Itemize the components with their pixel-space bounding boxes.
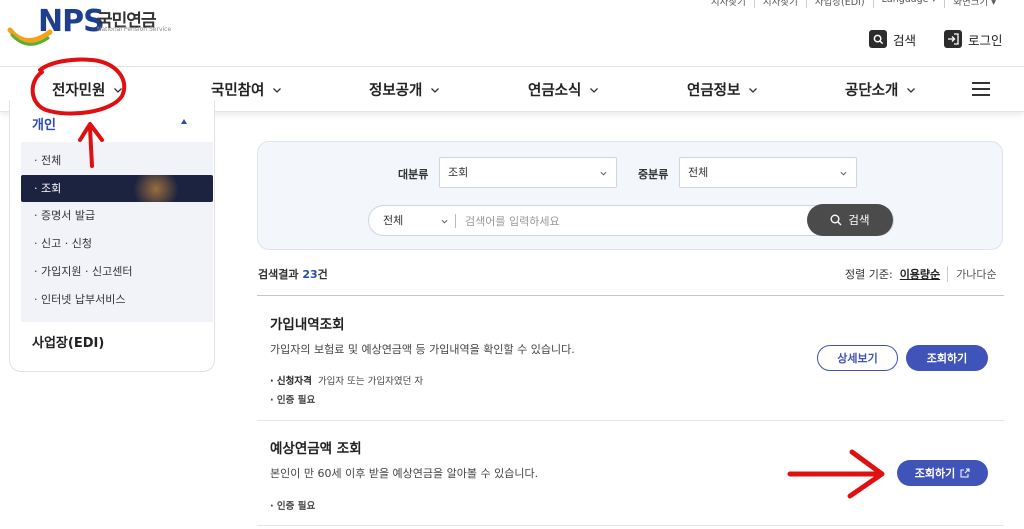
util-link-branch-2[interactable]: 지사찾기 (753, 0, 806, 8)
nav-item-pension-info[interactable]: 연금정보 (687, 79, 758, 100)
chevron-down-icon (840, 171, 847, 176)
sidebar-section-edi[interactable]: 사업장(EDI) (32, 332, 104, 351)
result-title[interactable]: 예상연금액 조회 (270, 437, 362, 457)
result-count-suffix: 건 (317, 268, 328, 281)
category-select[interactable]: 조회 (439, 157, 617, 188)
divider (455, 214, 456, 228)
search-icon (830, 214, 842, 226)
sidebar: 개인 · 전체 · 조회 · 증명서 발급 · 신고 · 신청 · 가입지원 ·… (9, 100, 215, 372)
nav-item-label: 전자민원 (52, 83, 106, 99)
header: NPS 국민연금 National Pension Service 지사찾기 지… (0, 0, 1024, 66)
qualification-label: · 신청자격 (270, 376, 312, 387)
nav-item-label: 국민참여 (211, 83, 265, 99)
chevron-down-icon (749, 87, 758, 93)
sidebar-item-certificate[interactable]: · 증명서 발급 (21, 202, 213, 229)
logo-text: NPS (38, 4, 105, 39)
subcategory-select[interactable]: 전체 (679, 157, 857, 188)
util-link-branch[interactable]: 지사찾기 (703, 0, 754, 8)
inquiry-button-label: 조회하기 (914, 467, 956, 480)
inquiry-external-button[interactable]: 조회하기 (897, 460, 988, 486)
chevron-down-icon (907, 87, 916, 93)
header-login-button[interactable]: 로그인 (944, 29, 1003, 49)
sidebar-item-support-center[interactable]: · 가입지원 · 신고센터 (21, 258, 213, 285)
divider (257, 525, 1004, 526)
sidebar-item-inquiry[interactable]: · 조회 (21, 175, 213, 202)
header-search-button[interactable]: 검색 (869, 29, 916, 49)
caret-up-icon[interactable] (181, 119, 187, 124)
result-title[interactable]: 가입내역조회 (270, 313, 345, 333)
utility-links: 지사찾기 지사찾기 사업장(EDI) Language ▾ 화면크기 ▾ (703, 0, 1004, 8)
chevron-down-icon (114, 87, 123, 93)
search-button[interactable]: 검색 (807, 204, 893, 236)
nav-item-label: 연금정보 (687, 83, 741, 99)
nav-item-news[interactable]: 연금소식 (528, 79, 599, 100)
search-button-label: 검색 (848, 213, 870, 227)
nav-item-label: 연금소식 (528, 83, 582, 99)
sort-label: 정렬 기준: (845, 268, 893, 281)
nav-item-label: 정보공개 (369, 83, 423, 99)
nav-item-about[interactable]: 공단소개 (845, 79, 916, 100)
menu-icon[interactable] (972, 82, 990, 96)
sort-by-usage[interactable]: 이용량순 (900, 266, 940, 282)
util-link-edi[interactable]: 사업장(EDI) (805, 0, 873, 8)
result-qualification: · 신청자격 가입자 또는 가입자였던 자 (270, 373, 423, 387)
nav-item-participation[interactable]: 국민참여 (211, 79, 282, 100)
sort-by-alphabet[interactable]: 가나다순 (947, 266, 997, 282)
sidebar-submenu: · 전체 · 조회 · 증명서 발급 · 신고 · 신청 · 가입지원 · 신고… (21, 142, 213, 322)
chevron-down-icon (600, 171, 607, 176)
search-icon (869, 30, 887, 48)
inquiry-button[interactable]: 조회하기 (906, 345, 988, 371)
util-link-language[interactable]: Language ▾ (872, 0, 945, 8)
result-count-number: 23 (302, 268, 318, 281)
sidebar-item-all[interactable]: · 전체 (21, 147, 213, 174)
chevron-down-icon[interactable] (441, 218, 448, 225)
sidebar-item-payment[interactable]: · 인터넷 납부서비스 (21, 286, 213, 313)
login-icon (944, 30, 962, 48)
category-value: 조회 (448, 166, 469, 179)
header-search-label: 검색 (893, 32, 917, 48)
header-login-label: 로그인 (968, 32, 1003, 48)
divider (257, 295, 1004, 296)
result-count: 검색결과 23건 (258, 266, 328, 282)
chevron-down-icon (273, 87, 282, 93)
sidebar-section-personal[interactable]: 개인 (32, 114, 56, 133)
annotation-arrow-right (787, 449, 885, 499)
divider (257, 420, 1004, 421)
nav-item-disclosure[interactable]: 정보공개 (369, 79, 440, 100)
nps-logo[interactable]: NPS 국민연금 National Pension Service (6, 2, 176, 48)
result-description: 가입자의 보험료 및 예상연금액 등 가입내역을 확인할 수 있습니다. (270, 343, 575, 356)
subcategory-label: 중분류 (638, 168, 669, 181)
nav-item-e-civil[interactable]: 전자민원 (52, 79, 123, 100)
chevron-down-icon (431, 87, 440, 93)
external-link-icon (960, 468, 970, 478)
category-label: 대분류 (398, 168, 429, 181)
result-count-prefix: 검색결과 (258, 268, 303, 281)
subcategory-value: 전체 (688, 166, 709, 179)
sidebar-item-report[interactable]: · 신고 · 신청 (21, 230, 213, 257)
chevron-down-icon (590, 87, 599, 93)
nav-item-label: 공단소개 (845, 83, 899, 99)
util-link-screen-size[interactable]: 화면크기 ▾ (944, 0, 1004, 8)
qualification-value: 가입자 또는 가입자였던 자 (317, 376, 424, 387)
result-auth-required: · 인증 필요 (270, 501, 316, 512)
result-auth-required: · 인증 필요 (270, 395, 316, 406)
search-input[interactable] (465, 210, 795, 232)
sidebar-item-label: · 조회 (34, 182, 62, 195)
inquiry-button-label: 조회하기 (926, 352, 968, 365)
logo-english: National Pension Service (97, 26, 172, 33)
detail-button[interactable]: 상세보기 (817, 345, 898, 371)
sort-options: 정렬 기준: 이용량순 가나다순 (845, 266, 997, 282)
result-description: 본인이 만 60세 이후 받을 예상연금을 알아볼 수 있습니다. (270, 467, 539, 480)
search-panel: 대분류 조회 중분류 전체 전체 검색 (257, 141, 1003, 250)
search-scope-select[interactable]: 전체 (383, 206, 403, 235)
